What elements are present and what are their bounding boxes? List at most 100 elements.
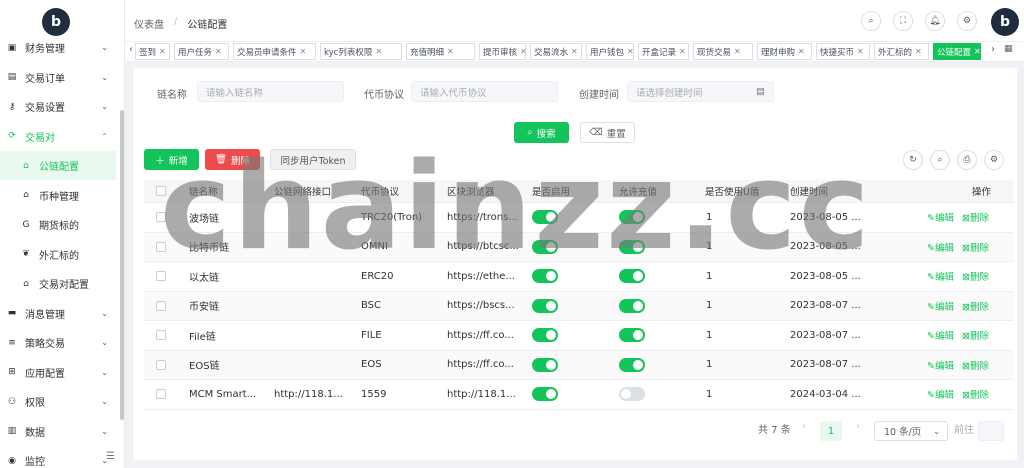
table-row[interactable]: 比特币链 OMNI https://btcsc... 1 2023-08-05 ... ✎… (144, 232, 1013, 262)
chevron-right-icon[interactable]: › (991, 44, 995, 55)
row-delete-button[interactable]: ⊠删除 (962, 210, 989, 224)
search-toggle-icon[interactable]: ⌕ (930, 150, 950, 170)
edit-button[interactable]: ✎编辑 (927, 387, 954, 401)
edit-button[interactable]: ✎编辑 (927, 240, 954, 254)
row-delete-button[interactable]: ⊠删除 (962, 358, 989, 372)
close-icon[interactable]: ✕ (375, 47, 382, 56)
tab-3[interactable]: kyc列表权限 ✕ (320, 43, 402, 60)
table-row[interactable]: MCM Smart... http://118.1... 1559 http://11… (144, 380, 1013, 410)
select-all-checkbox[interactable] (156, 180, 166, 202)
table-row[interactable]: EOS链 EOS https://ff.co... 1 2023-08-07 ... ✎编… (144, 350, 1013, 380)
sidebar-item-12[interactable]: ⚇ 权限 ⌄ (0, 387, 116, 416)
bell-icon[interactable]: 🔔︎ (925, 11, 945, 31)
sync-token-button[interactable]: 同步用户Token (270, 149, 356, 170)
close-icon[interactable]: ✕ (974, 47, 981, 56)
close-icon[interactable]: ✕ (679, 47, 686, 56)
tab-7[interactable]: 用户钱包 ✕ (586, 43, 634, 60)
columns-setting-icon[interactable]: ⚙ (984, 150, 1004, 170)
table-row[interactable]: File链 FILE https://ff.co... 1 2023-08-07 ...… (144, 321, 1013, 351)
row-checkbox[interactable] (156, 203, 166, 232)
enabled-toggle[interactable] (532, 298, 558, 313)
breadcrumb-home[interactable]: 仪表盘 (134, 16, 164, 31)
tab-1[interactable]: 用户任务 ✕ (174, 43, 229, 60)
close-icon[interactable]: ✕ (215, 47, 222, 56)
row-delete-button[interactable]: ⊠删除 (962, 387, 989, 401)
table-row[interactable]: 币安链 BSC https://bscs... 1 2023-08-07 ... ✎编辑 ⊠… (144, 291, 1013, 321)
enabled-toggle[interactable] (532, 387, 558, 402)
deposit-toggle[interactable] (619, 387, 645, 402)
close-icon[interactable]: ✕ (571, 47, 578, 56)
table-row[interactable]: 波场链 TRC20(Tron) https://trons... 1 2023-08-0… (144, 203, 1013, 233)
enabled-toggle[interactable] (532, 239, 558, 254)
edit-button[interactable]: ✎编辑 (927, 328, 954, 342)
sidebar-item-9[interactable]: ▬ 消息管理 ⌄ (0, 299, 116, 328)
sidebar-item-8[interactable]: ⌂ 交易对配置 (0, 269, 116, 298)
row-delete-button[interactable]: ⊠删除 (962, 240, 989, 254)
row-delete-button[interactable]: ⊠删除 (962, 299, 989, 313)
tab-2[interactable]: 交易员申请条件 ✕ (233, 43, 316, 60)
tab-9[interactable]: 现货交易 ✕ (693, 43, 753, 60)
chain-name-input[interactable]: 请输入链名称 (197, 81, 344, 102)
table-row[interactable]: 以太链 ERC20 https://ethe... 1 2023-08-05 ... ✎编… (144, 262, 1013, 292)
sidebar-item-4[interactable]: ⌂ 公链配置 (0, 151, 116, 180)
edit-button[interactable]: ✎编辑 (927, 299, 954, 313)
sidebar-item-6[interactable]: G 期货标的 (0, 210, 116, 239)
edit-button[interactable]: ✎编辑 (927, 358, 954, 372)
sidebar-item-0[interactable]: ▣ 财务管理 ⌄ (0, 33, 116, 62)
enabled-toggle[interactable] (532, 328, 558, 343)
prev-page-icon[interactable]: ‹ (802, 421, 806, 432)
row-checkbox[interactable] (156, 292, 166, 321)
sidebar-scrollbar[interactable] (120, 110, 124, 420)
close-icon[interactable]: ✕ (915, 47, 922, 56)
row-checkbox[interactable] (156, 351, 166, 380)
close-icon[interactable]: ✕ (520, 47, 527, 56)
sidebar-item-7[interactable]: ❦ 外汇标的 (0, 240, 116, 269)
row-delete-button[interactable]: ⊠删除 (962, 269, 989, 283)
tab-4[interactable]: 充值明细 ✕ (406, 43, 475, 60)
fullscreen-icon[interactable]: ⛶ (893, 11, 913, 31)
tab-11[interactable]: 快捷买币 ✕ (816, 43, 870, 60)
enabled-toggle[interactable] (532, 210, 558, 225)
reset-button[interactable]: ⌫ 重置 (580, 122, 635, 143)
deposit-toggle[interactable] (619, 298, 645, 313)
tab-10[interactable]: 理财申购 ✕ (757, 43, 812, 60)
enabled-toggle[interactable] (532, 269, 558, 284)
close-icon[interactable]: ✕ (627, 47, 634, 56)
enabled-toggle[interactable] (532, 357, 558, 372)
page-size-select[interactable]: 10 条/页 ⌄ (874, 421, 948, 441)
refresh-icon[interactable]: ↻ (903, 150, 923, 170)
close-icon[interactable]: ✕ (857, 47, 864, 56)
row-checkbox[interactable] (156, 321, 166, 350)
deposit-toggle[interactable] (619, 328, 645, 343)
row-checkbox[interactable] (156, 262, 166, 291)
tab-8[interactable]: 开盒记录 ✕ (638, 43, 689, 60)
row-checkbox[interactable] (156, 380, 166, 409)
deposit-toggle[interactable] (619, 210, 645, 225)
sidebar-item-14[interactable]: ◉ 监控 ⌄ (0, 446, 116, 468)
sidebar-item-10[interactable]: ≡ 策略交易 ⌄ (0, 328, 116, 357)
next-page-icon[interactable]: › (856, 421, 860, 432)
sidebar-item-11[interactable]: ⊞ 应用配置 ⌄ (0, 358, 116, 387)
jump-input[interactable] (978, 421, 1004, 441)
sidebar-item-5[interactable]: ⌂ 币种管理 (0, 181, 116, 210)
avatar[interactable]: b (991, 8, 1019, 36)
close-icon[interactable]: ✕ (447, 47, 454, 56)
row-checkbox[interactable] (156, 233, 166, 262)
add-button[interactable]: ＋新增 (144, 149, 199, 170)
edit-button[interactable]: ✎编辑 (927, 269, 954, 283)
close-icon[interactable]: ✕ (300, 47, 307, 56)
edit-button[interactable]: ✎编辑 (927, 210, 954, 224)
chevron-left-icon[interactable]: ‹ (129, 44, 133, 55)
tab-6[interactable]: 交易流水 ✕ (530, 43, 582, 60)
sidebar-item-1[interactable]: ▤ 交易订单 ⌄ (0, 63, 116, 92)
close-icon[interactable]: ✕ (159, 47, 166, 56)
search-icon[interactable]: ⌕ (861, 11, 881, 31)
print-icon[interactable]: ⎙ (957, 150, 977, 170)
time-input[interactable]: 请选择创建时间 ▤ (627, 81, 774, 102)
hamburger-icon[interactable]: ☰ (106, 451, 115, 462)
sidebar-item-2[interactable]: ⚷ 交易设置 ⌄ (0, 92, 116, 121)
sidebar-item-13[interactable]: ▥ 数据 ⌄ (0, 417, 116, 446)
search-button[interactable]: ⌕ 搜索 (514, 122, 569, 143)
close-icon[interactable]: ✕ (734, 47, 741, 56)
page-number[interactable]: 1 (820, 421, 842, 441)
